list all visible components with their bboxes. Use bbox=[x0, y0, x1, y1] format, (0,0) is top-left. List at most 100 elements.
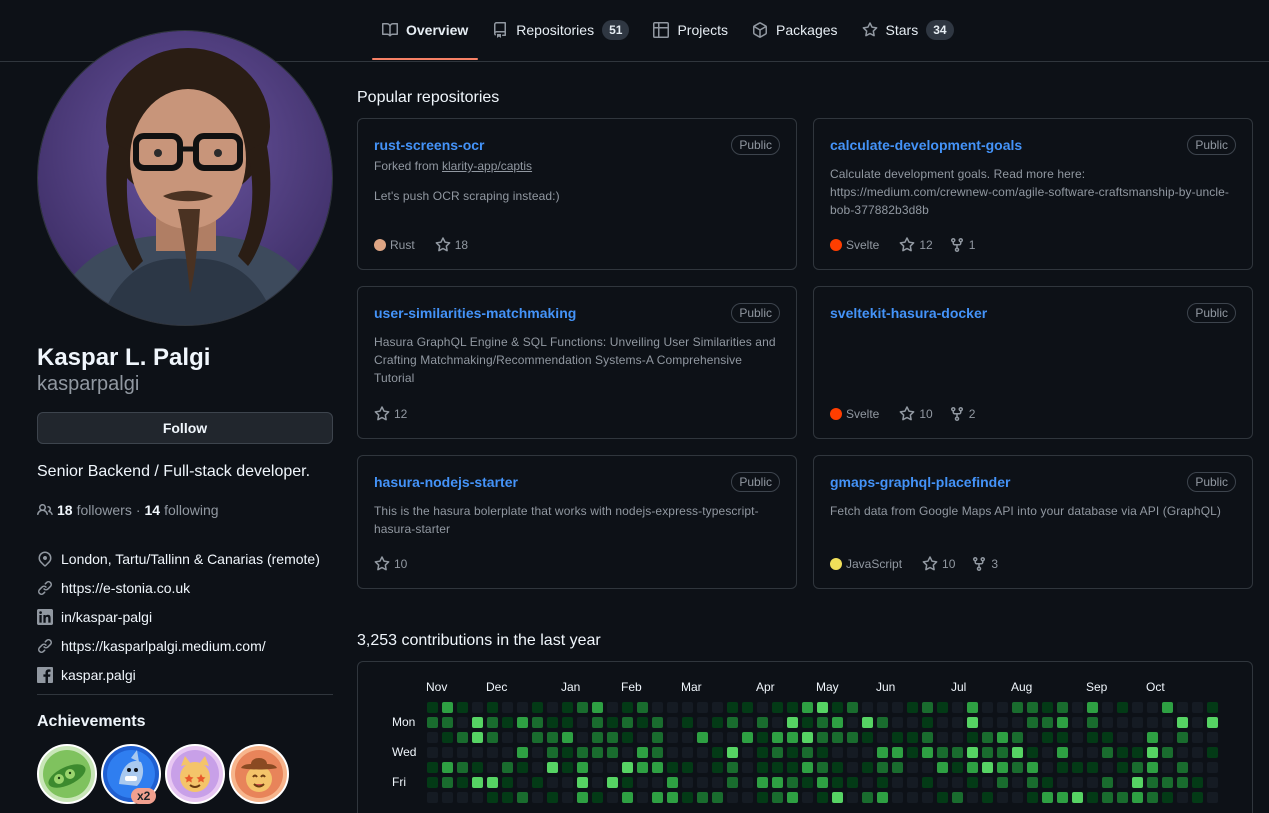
contribution-cell[interactable] bbox=[457, 702, 468, 713]
contribution-cell[interactable] bbox=[1132, 702, 1143, 713]
contribution-cell[interactable] bbox=[472, 732, 483, 743]
contribution-cell[interactable] bbox=[1087, 702, 1098, 713]
contribution-cell[interactable] bbox=[622, 747, 633, 758]
contribution-cell[interactable] bbox=[1102, 732, 1113, 743]
contribution-cell[interactable] bbox=[562, 717, 573, 728]
contribution-cell[interactable] bbox=[1177, 702, 1188, 713]
contribution-cell[interactable] bbox=[832, 732, 843, 743]
contribution-cell[interactable] bbox=[1132, 762, 1143, 773]
contribution-cell[interactable] bbox=[802, 792, 813, 803]
contribution-cell[interactable] bbox=[1132, 792, 1143, 803]
contribution-cell[interactable] bbox=[802, 732, 813, 743]
contribution-cell[interactable] bbox=[682, 702, 693, 713]
repo-forks-link[interactable]: 3 bbox=[971, 556, 998, 572]
contribution-cell[interactable] bbox=[607, 702, 618, 713]
contribution-cell[interactable] bbox=[532, 732, 543, 743]
contribution-cell[interactable] bbox=[637, 792, 648, 803]
contribution-cell[interactable] bbox=[922, 717, 933, 728]
contribution-cell[interactable] bbox=[712, 777, 723, 788]
contribution-cell[interactable] bbox=[967, 732, 978, 743]
contribution-cell[interactable] bbox=[667, 762, 678, 773]
repo-name-link[interactable]: gmaps-graphql-placefinder bbox=[830, 474, 1010, 490]
contribution-cell[interactable] bbox=[547, 717, 558, 728]
contribution-cell[interactable] bbox=[802, 762, 813, 773]
contribution-cell[interactable] bbox=[742, 792, 753, 803]
repo-name-link[interactable]: user-similarities-matchmaking bbox=[374, 305, 576, 321]
contribution-cell[interactable] bbox=[787, 777, 798, 788]
contribution-cell[interactable] bbox=[862, 747, 873, 758]
contribution-cell[interactable] bbox=[622, 732, 633, 743]
contribution-cell[interactable] bbox=[1042, 717, 1053, 728]
contribution-cell[interactable] bbox=[1207, 732, 1218, 743]
contribution-cell[interactable] bbox=[937, 762, 948, 773]
contribution-cell[interactable] bbox=[742, 717, 753, 728]
contribution-cell[interactable] bbox=[877, 777, 888, 788]
contribution-cell[interactable] bbox=[1177, 777, 1188, 788]
contribution-cell[interactable] bbox=[637, 777, 648, 788]
contribution-cell[interactable] bbox=[427, 777, 438, 788]
contribution-cell[interactable] bbox=[757, 777, 768, 788]
contribution-cell[interactable] bbox=[892, 702, 903, 713]
contribution-cell[interactable] bbox=[532, 792, 543, 803]
contribution-cell[interactable] bbox=[1162, 792, 1173, 803]
contribution-cell[interactable] bbox=[652, 747, 663, 758]
contribution-cell[interactable] bbox=[1057, 732, 1068, 743]
contribution-cell[interactable] bbox=[937, 717, 948, 728]
contribution-cell[interactable] bbox=[982, 702, 993, 713]
contribution-cell[interactable] bbox=[787, 732, 798, 743]
contribution-cell[interactable] bbox=[547, 762, 558, 773]
contribution-cell[interactable] bbox=[1117, 777, 1128, 788]
contribution-cell[interactable] bbox=[532, 702, 543, 713]
contribution-cell[interactable] bbox=[667, 792, 678, 803]
contribution-cell[interactable] bbox=[832, 717, 843, 728]
contribution-cell[interactable] bbox=[742, 762, 753, 773]
contribution-cell[interactable] bbox=[802, 777, 813, 788]
contribution-cell[interactable] bbox=[1162, 747, 1173, 758]
contribution-cell[interactable] bbox=[817, 792, 828, 803]
contribution-cell[interactable] bbox=[562, 702, 573, 713]
contribution-cell[interactable] bbox=[847, 777, 858, 788]
contribution-cell[interactable] bbox=[1087, 732, 1098, 743]
contribution-cell[interactable] bbox=[1177, 792, 1188, 803]
contribution-cell[interactable] bbox=[832, 762, 843, 773]
avatar[interactable] bbox=[37, 30, 333, 326]
contribution-cell[interactable] bbox=[487, 762, 498, 773]
contribution-cell[interactable] bbox=[952, 702, 963, 713]
contribution-cell[interactable] bbox=[487, 702, 498, 713]
repo-name-link[interactable]: calculate-development-goals bbox=[830, 137, 1022, 153]
contribution-cell[interactable] bbox=[952, 717, 963, 728]
contribution-cell[interactable] bbox=[727, 792, 738, 803]
contribution-cell[interactable] bbox=[1162, 702, 1173, 713]
contribution-cell[interactable] bbox=[982, 747, 993, 758]
contribution-cell[interactable] bbox=[757, 717, 768, 728]
contribution-cell[interactable] bbox=[682, 777, 693, 788]
contribution-cell[interactable] bbox=[547, 792, 558, 803]
contribution-cell[interactable] bbox=[1147, 717, 1158, 728]
contribution-cell[interactable] bbox=[1087, 777, 1098, 788]
contribution-cell[interactable] bbox=[1162, 762, 1173, 773]
contribution-cell[interactable] bbox=[577, 777, 588, 788]
contribution-cell[interactable] bbox=[1102, 792, 1113, 803]
contribution-cell[interactable] bbox=[697, 747, 708, 758]
contribution-cell[interactable] bbox=[832, 777, 843, 788]
contribution-cell[interactable] bbox=[442, 747, 453, 758]
contribution-cell[interactable] bbox=[532, 762, 543, 773]
contribution-cell[interactable] bbox=[817, 717, 828, 728]
contribution-cell[interactable] bbox=[1207, 762, 1218, 773]
contribution-cell[interactable] bbox=[547, 747, 558, 758]
contribution-cell[interactable] bbox=[1012, 747, 1023, 758]
contribution-cell[interactable] bbox=[532, 717, 543, 728]
contribution-cell[interactable] bbox=[952, 762, 963, 773]
linkedin-link[interactable]: in/kaspar-palgi bbox=[61, 609, 152, 625]
contribution-cell[interactable] bbox=[442, 762, 453, 773]
repo-stars-link[interactable]: 12 bbox=[374, 406, 407, 422]
contribution-cell[interactable] bbox=[1057, 702, 1068, 713]
contribution-cell[interactable] bbox=[607, 762, 618, 773]
contribution-cell[interactable] bbox=[892, 747, 903, 758]
contribution-cell[interactable] bbox=[1057, 777, 1068, 788]
contribution-cell[interactable] bbox=[1102, 702, 1113, 713]
contribution-cell[interactable] bbox=[457, 777, 468, 788]
forked-from-link[interactable]: klarity-app/captis bbox=[442, 159, 532, 173]
contribution-cell[interactable] bbox=[697, 792, 708, 803]
contribution-cell[interactable] bbox=[577, 702, 588, 713]
